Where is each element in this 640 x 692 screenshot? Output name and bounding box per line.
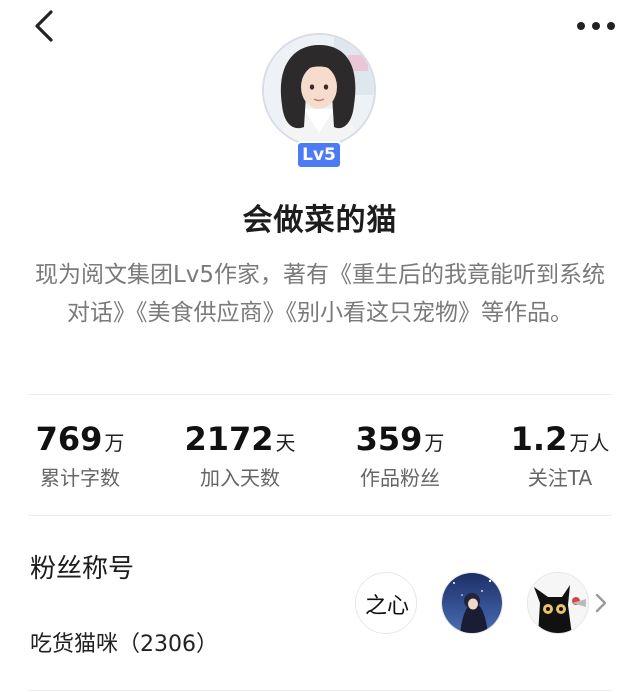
author-profile-page: Lv5 会做菜的猫 现为阅文集团Lv5作家，著有《重生后的我竟能听到系统对话》《… xyxy=(0,0,640,692)
chevron-right-icon xyxy=(595,593,607,613)
divider xyxy=(28,515,612,516)
fan-title-value: 吃货猫咪（2306） xyxy=(30,632,218,657)
stats-row: 769 万 累计字数 2172 天 加入天数 359 万 作品粉丝 1.2 万人 xyxy=(0,420,640,491)
stat-unit: 万 xyxy=(104,431,125,455)
stat-label: 关注TA xyxy=(527,466,593,490)
more-horizontal-icon xyxy=(577,22,615,30)
author-avatar[interactable] xyxy=(262,33,376,147)
fan-avatar-1[interactable]: 之心 xyxy=(355,572,417,634)
fan-title-heading: 粉丝称号 xyxy=(30,554,135,584)
stat-label: 加入天数 xyxy=(200,466,280,490)
stat-followers[interactable]: 1.2 万人 关注TA xyxy=(480,420,640,491)
stat-label: 累计字数 xyxy=(40,466,120,490)
stat-unit: 万人 xyxy=(569,431,610,455)
chevron-left-icon xyxy=(35,10,53,42)
fan-avatar-3[interactable] xyxy=(527,572,589,634)
author-avatar-container: Lv5 xyxy=(262,33,376,169)
stat-value: 769 xyxy=(35,420,103,458)
back-button[interactable] xyxy=(26,8,62,44)
fan-avatar-2[interactable] xyxy=(441,572,503,634)
stat-unit: 万 xyxy=(424,431,445,455)
more-button[interactable] xyxy=(574,8,618,44)
author-name: 会做菜的猫 xyxy=(242,203,398,238)
author-bio: 现为阅文集团Lv5作家，著有《重生后的我竟能听到系统对话》《美食供应商》《别小看… xyxy=(34,262,606,326)
divider xyxy=(28,690,612,691)
stat-value: 2172 xyxy=(184,420,274,458)
stat-value: 359 xyxy=(355,420,423,458)
stat-days-joined: 2172 天 加入天数 xyxy=(160,420,320,491)
stat-label: 作品粉丝 xyxy=(360,466,440,490)
stat-value: 1.2 xyxy=(510,420,568,458)
stat-unit: 天 xyxy=(275,431,296,455)
divider xyxy=(28,394,612,395)
fan-avatar-1-text: 之心 xyxy=(365,594,409,619)
fan-more-button[interactable] xyxy=(592,590,610,616)
stat-work-fans: 359 万 作品粉丝 xyxy=(320,420,480,491)
level-badge: Lv5 xyxy=(296,141,342,169)
stat-word-count: 769 万 累计字数 xyxy=(0,420,160,491)
